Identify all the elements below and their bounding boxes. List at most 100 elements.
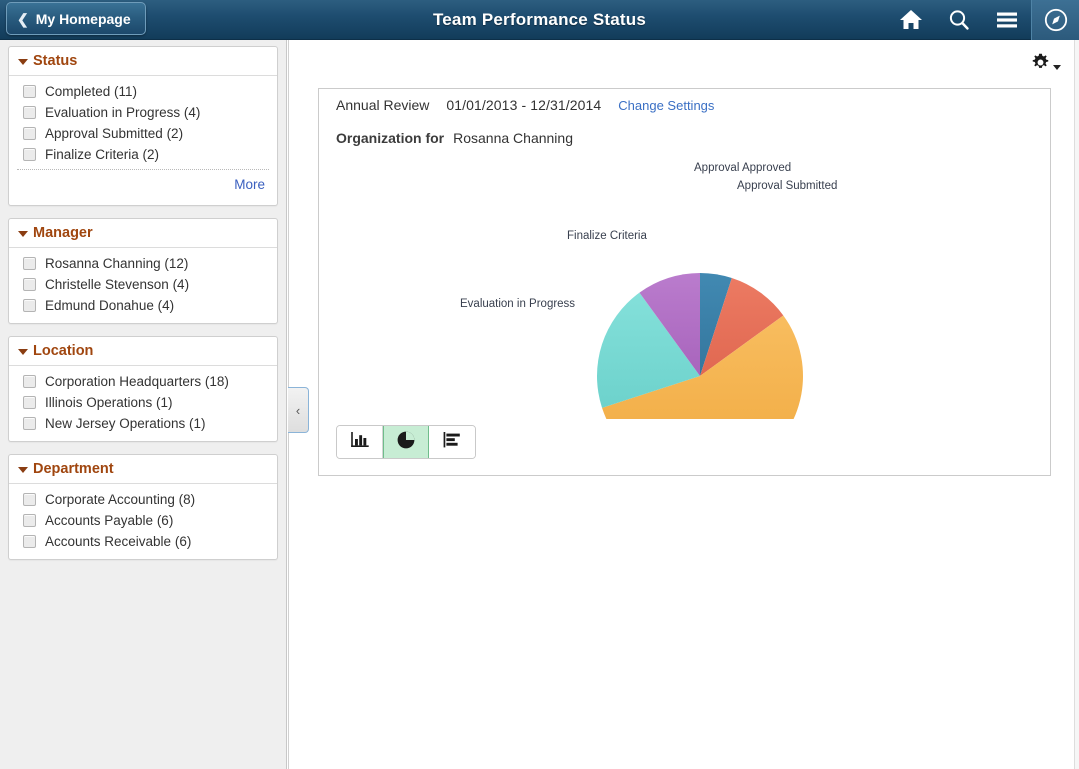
facet-option[interactable]: Corporation Headquarters (18) xyxy=(9,371,277,392)
facet-manager-body: Rosanna Channing (12) Christelle Stevens… xyxy=(9,248,277,323)
facet-manager-header[interactable]: Manager xyxy=(9,219,277,248)
hamburger-menu-icon xyxy=(995,10,1019,30)
facet-department-title: Department xyxy=(33,461,114,477)
facet-option-label: Evaluation in Progress (4) xyxy=(45,105,201,120)
chevron-left-icon: ‹ xyxy=(295,402,301,418)
bar-chart-icon xyxy=(350,431,370,454)
facet-more-row: More xyxy=(9,170,277,198)
facet-department-body: Corporate Accounting (8) Accounts Payabl… xyxy=(9,484,277,559)
main-content: Annual Review 01/01/2013 - 12/31/2014 Ch… xyxy=(288,40,1079,769)
horizontal-bar-chart-icon xyxy=(442,431,462,454)
facet-location: Location Corporation Headquarters (18) I… xyxy=(8,336,278,442)
facet-option-label: Approval Submitted (2) xyxy=(45,126,184,141)
facet-option-label: Edmund Donahue (4) xyxy=(45,298,175,313)
bar-chart-button[interactable] xyxy=(337,426,383,458)
checkbox-icon[interactable] xyxy=(23,493,36,506)
facet-option-label: Rosanna Channing (12) xyxy=(45,256,189,271)
checkbox-icon[interactable] xyxy=(23,514,36,527)
facet-option[interactable]: Edmund Donahue (4) xyxy=(9,295,277,316)
navigator-compass-icon-button[interactable] xyxy=(1031,0,1079,40)
app-header: ❮ My Homepage Team Performance Status xyxy=(0,0,1079,40)
facet-location-body: Corporation Headquarters (18) Illinois O… xyxy=(9,366,277,441)
caret-down-icon xyxy=(18,349,28,355)
facet-option[interactable]: Evaluation in Progress (4) xyxy=(9,102,277,123)
date-range-label: 01/01/2013 - 12/31/2014 xyxy=(446,97,602,113)
facet-department: Department Corporate Accounting (8) Acco… xyxy=(8,454,278,560)
facet-option-label: New Jersey Operations (1) xyxy=(45,416,206,431)
facet-option[interactable]: Completed (11) xyxy=(9,81,277,102)
chevron-down-icon xyxy=(1053,64,1061,70)
facet-option-label: Illinois Operations (1) xyxy=(45,395,173,410)
back-to-homepage-label: My Homepage xyxy=(35,10,131,27)
home-icon xyxy=(898,8,924,32)
facet-more-link[interactable]: More xyxy=(234,177,265,192)
header-icon-group xyxy=(887,0,1079,40)
facet-option[interactable]: Accounts Payable (6) xyxy=(9,510,277,531)
back-to-homepage-button[interactable]: ❮ My Homepage xyxy=(6,2,146,35)
page-body: Status Completed (11) Evaluation in Prog… xyxy=(0,40,1079,769)
collapse-sidebar-handle[interactable]: ‹ xyxy=(288,387,309,433)
facet-option-label: Corporation Headquarters (18) xyxy=(45,374,229,389)
pie-label-evaluation-in-progress: Evaluation in Progress xyxy=(460,298,575,310)
checkbox-icon[interactable] xyxy=(23,106,36,119)
checkbox-icon[interactable] xyxy=(23,127,36,140)
facet-option[interactable]: Christelle Stevenson (4) xyxy=(9,274,277,295)
facet-status-body: Completed (11) Evaluation in Progress (4… xyxy=(9,76,277,205)
checkbox-icon[interactable] xyxy=(23,85,36,98)
facet-status-header[interactable]: Status xyxy=(9,47,277,76)
caret-down-icon xyxy=(18,59,28,65)
facet-option-label: Christelle Stevenson (4) xyxy=(45,277,190,292)
facet-option[interactable]: Approval Submitted (2) xyxy=(9,123,277,144)
search-icon-button[interactable] xyxy=(935,0,983,40)
facet-option-label: Corporate Accounting (8) xyxy=(45,492,196,507)
navigator-compass-icon xyxy=(1042,7,1070,33)
chart-panel: Annual Review 01/01/2013 - 12/31/2014 Ch… xyxy=(318,88,1051,476)
facet-option-label: Accounts Payable (6) xyxy=(45,513,174,528)
facet-option[interactable]: Rosanna Channing (12) xyxy=(9,253,277,274)
caret-down-icon xyxy=(18,467,28,473)
facet-option[interactable]: Corporate Accounting (8) xyxy=(9,489,277,510)
checkbox-icon[interactable] xyxy=(23,299,36,312)
facet-option[interactable]: New Jersey Operations (1) xyxy=(9,413,277,434)
pie-chart-svg: Finalize Criteria Approval Approved Appr… xyxy=(460,162,837,419)
checkbox-icon[interactable] xyxy=(23,257,36,270)
caret-down-icon xyxy=(18,231,28,237)
search-icon xyxy=(946,8,972,32)
hamburger-menu-icon-button[interactable] xyxy=(983,0,1031,40)
chart-type-toggle-group xyxy=(336,425,476,459)
facet-manager-title: Manager xyxy=(33,225,93,241)
horizontal-bar-chart-button[interactable] xyxy=(429,426,475,458)
home-icon-button[interactable] xyxy=(887,0,935,40)
facet-option-label: Finalize Criteria (2) xyxy=(45,147,160,162)
pie-chart-button[interactable] xyxy=(383,426,429,458)
facet-status-title: Status xyxy=(33,53,78,69)
checkbox-icon[interactable] xyxy=(23,535,36,548)
settings-gear-button[interactable] xyxy=(1031,53,1061,77)
organization-person: Rosanna Channing xyxy=(453,130,573,146)
content-scrollbar[interactable] xyxy=(1074,40,1079,769)
gear-icon xyxy=(1031,53,1050,77)
facet-option[interactable]: Illinois Operations (1) xyxy=(9,392,277,413)
checkbox-icon[interactable] xyxy=(23,417,36,430)
checkbox-icon[interactable] xyxy=(23,278,36,291)
review-type-label: Annual Review xyxy=(336,97,430,113)
facet-department-header[interactable]: Department xyxy=(9,455,277,484)
checkbox-icon[interactable] xyxy=(23,375,36,388)
pie-label-approval-approved: Approval Approved xyxy=(694,162,791,174)
facet-option-label: Accounts Receivable (6) xyxy=(45,534,192,549)
change-settings-link[interactable]: Change Settings xyxy=(618,98,714,113)
organization-row: Organization for Rosanna Channing xyxy=(336,130,573,146)
pie-slices xyxy=(596,273,803,419)
facet-option-label: Completed (11) xyxy=(45,84,138,99)
facet-location-header[interactable]: Location xyxy=(9,337,277,366)
pie-label-finalize-criteria: Finalize Criteria xyxy=(567,230,647,242)
pie-chart: Finalize Criteria Approval Approved Appr… xyxy=(319,151,1052,419)
facet-option[interactable]: Finalize Criteria (2) xyxy=(9,144,277,165)
checkbox-icon[interactable] xyxy=(23,148,36,161)
checkbox-icon[interactable] xyxy=(23,396,36,409)
chevron-left-icon: ❮ xyxy=(17,10,29,27)
facet-sidebar: Status Completed (11) Evaluation in Prog… xyxy=(0,40,287,769)
organization-label: Organization for xyxy=(336,130,445,146)
facet-option[interactable]: Accounts Receivable (6) xyxy=(9,531,277,552)
panel-summary-row: Annual Review 01/01/2013 - 12/31/2014 Ch… xyxy=(336,97,714,113)
